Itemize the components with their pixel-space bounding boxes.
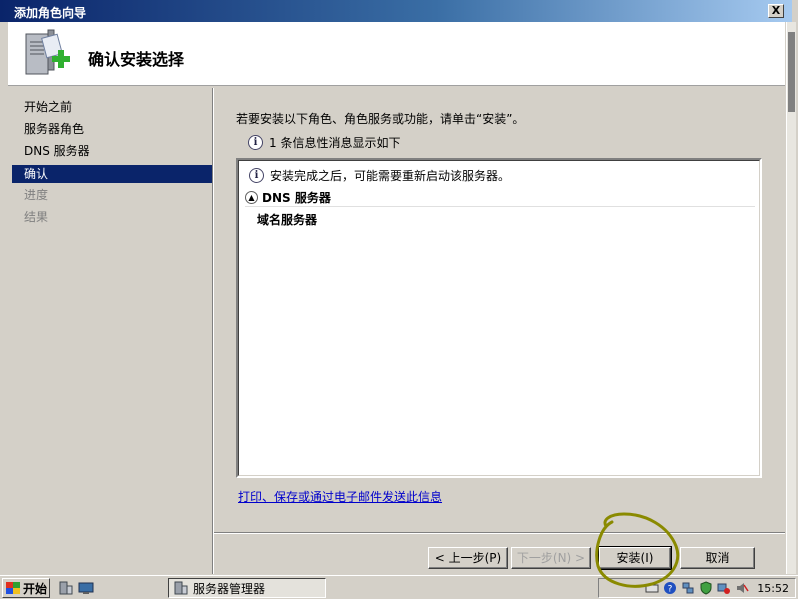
info-count-text: 1 条信息性消息显示如下 <box>269 136 401 150</box>
close-button[interactable]: X <box>768 4 784 18</box>
page-title: 确认安装选择 <box>88 50 185 69</box>
back-button[interactable]: < 上一步(P) <box>428 547 508 569</box>
background-scrollbar[interactable] <box>786 22 796 574</box>
footer-separator <box>214 532 785 534</box>
info-icon: i <box>248 135 263 150</box>
clock[interactable]: 15:52 <box>757 582 789 595</box>
instruction-text: 若要安装以下角色、角色服务或功能，请单击“安装”。 <box>236 112 525 126</box>
restart-note-text: 安装完成之后，可能需要重新启动该服务器。 <box>270 169 511 183</box>
nav-item-before-you-begin[interactable]: 开始之前 <box>12 98 212 116</box>
network-icon[interactable] <box>681 581 695 595</box>
title-bar[interactable]: 添加角色向导 X <box>0 0 792 22</box>
system-tray: ? 15:52 <box>598 578 796 598</box>
info-summary: i 1 条信息性消息显示如下 <box>248 134 400 151</box>
collapse-chevron-icon[interactable]: ▲ <box>245 191 258 204</box>
wizard-steps-nav: 开始之前 服务器角色 DNS 服务器 确认 进度 结果 <box>12 88 212 574</box>
task-label: 服务器管理器 <box>193 581 266 596</box>
wizard-header: 确认安装选择 <box>8 22 785 86</box>
scrollbar-thumb[interactable] <box>788 32 795 112</box>
install-button[interactable]: 安装(I) <box>598 546 672 570</box>
main-content: 若要安装以下角色、角色服务或功能，请单击“安装”。 i 1 条信息性消息显示如下… <box>214 88 785 532</box>
keyboard-icon[interactable] <box>645 581 659 595</box>
start-button[interactable]: 开始 <box>2 578 50 598</box>
windows-flag-icon <box>6 582 20 594</box>
show-desktop-icon[interactable] <box>78 580 94 596</box>
confirmation-details-box[interactable]: i 安装完成之后，可能需要重新启动该服务器。 ▲ DNS 服务器 域名服务器 <box>236 158 762 478</box>
dns-section-item: 域名服务器 <box>257 213 318 227</box>
nav-item-progress: 进度 <box>24 188 49 202</box>
nav-item-confirmation[interactable]: 确认 <box>12 165 212 183</box>
nav-item-server-roles[interactable]: 服务器角色 <box>12 120 212 138</box>
nav-item-dns-server[interactable]: DNS 服务器 <box>12 142 212 160</box>
taskbar: 开始 服务器管理器 ? 15:52 <box>0 575 798 599</box>
cancel-button[interactable]: 取消 <box>680 547 755 569</box>
details-box-inner: i 安装完成之后，可能需要重新启动该服务器。 ▲ DNS 服务器 域名服务器 <box>238 160 760 476</box>
quick-launch-bar <box>58 579 94 597</box>
server-manager-icon <box>174 581 188 595</box>
window-title: 添加角色向导 <box>14 6 87 20</box>
next-button[interactable]: 下一步(N) > <box>511 547 591 569</box>
svg-text:?: ? <box>668 585 673 595</box>
server-manager-icon[interactable] <box>58 580 74 596</box>
help-icon[interactable]: ? <box>663 581 677 595</box>
print-save-email-link[interactable]: 打印、保存或通过电子邮件发送此信息 <box>238 488 442 505</box>
nav-item-results: 结果 <box>24 210 49 224</box>
dns-section-title: DNS 服务器 <box>262 191 331 205</box>
info-icon: i <box>249 168 264 183</box>
start-label: 开始 <box>23 581 48 596</box>
speaker-muted-icon[interactable] <box>735 581 749 595</box>
network-alert-icon[interactable] <box>717 581 731 595</box>
security-shield-icon[interactable] <box>699 581 713 595</box>
server-add-icon <box>25 29 70 75</box>
taskbar-item-server-manager[interactable]: 服务器管理器 <box>168 578 326 598</box>
wizard-window: 添加角色向导 X 确认安装选择 开始之前 服务器角色 DNS 服务器 确认 进度… <box>0 0 792 574</box>
dns-section-header[interactable]: ▲ DNS 服务器 <box>245 189 755 207</box>
restart-note: i 安装完成之后，可能需要重新启动该服务器。 <box>249 167 510 184</box>
